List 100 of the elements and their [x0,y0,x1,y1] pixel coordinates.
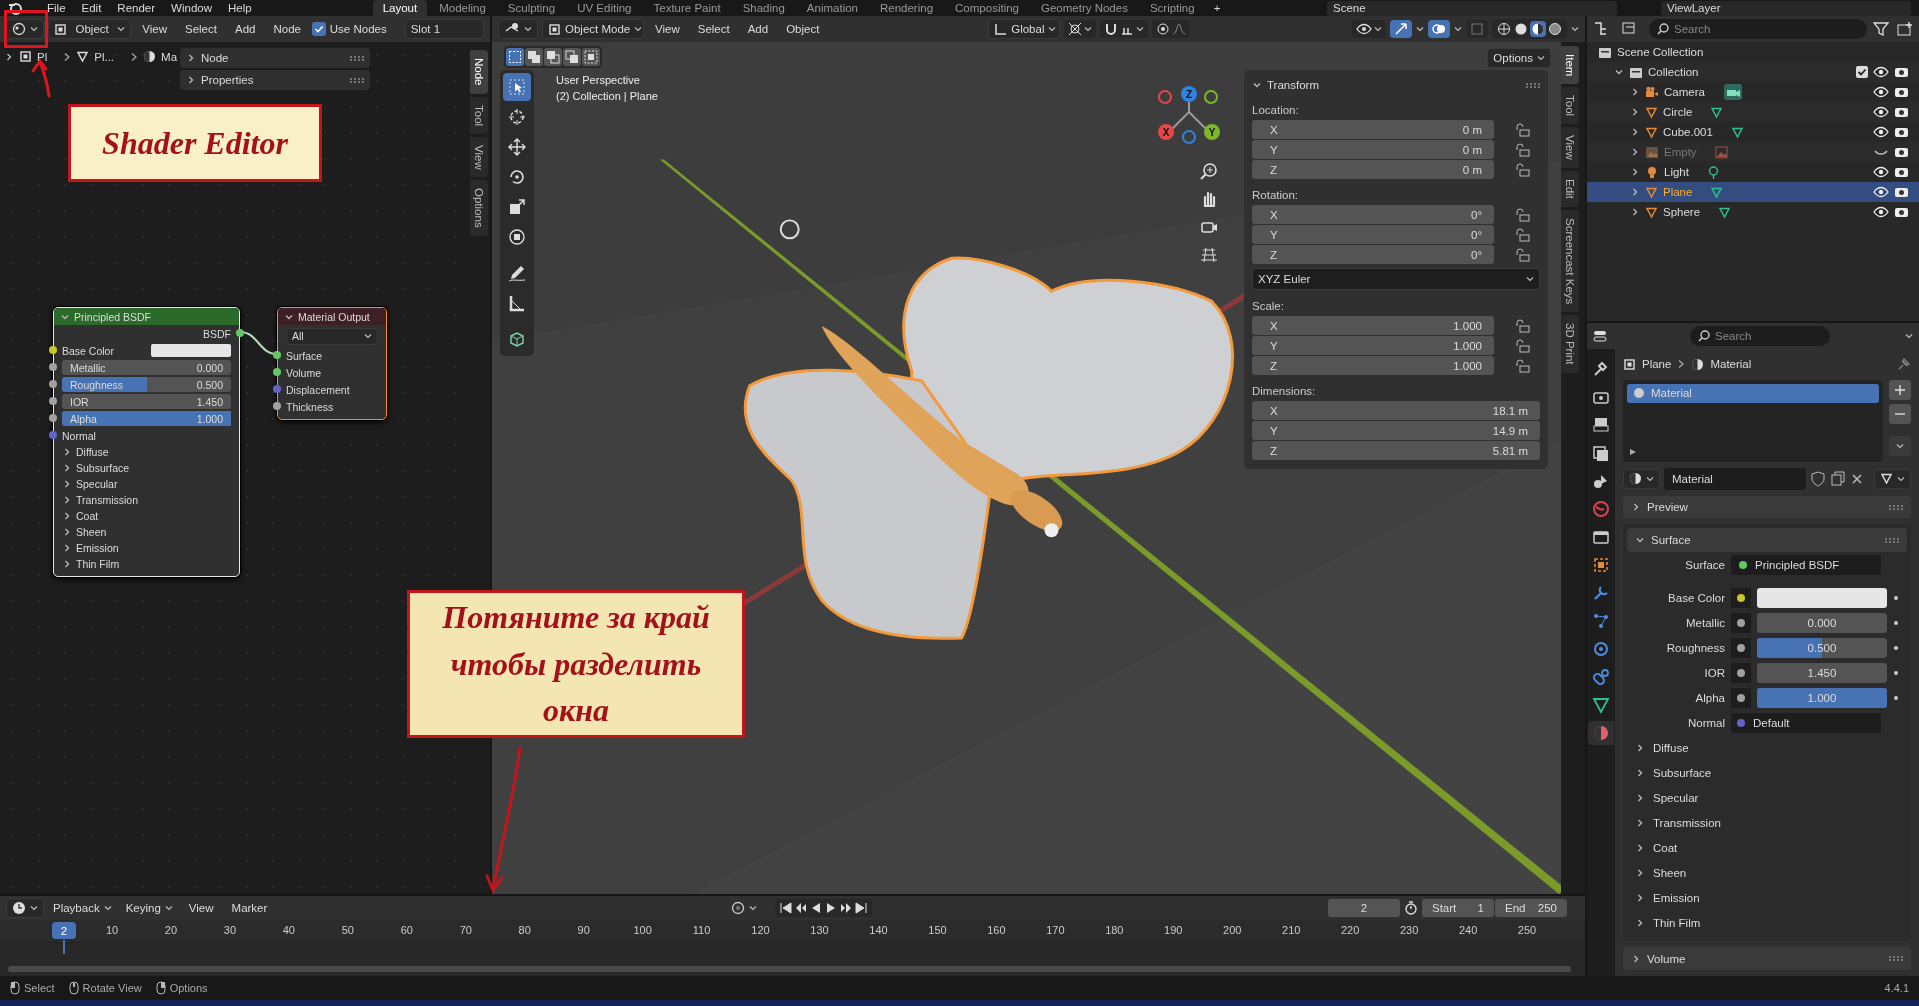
menu-item[interactable]: View [648,23,687,35]
view-layer-selector[interactable]: ViewLayer [1661,0,1911,16]
section-toggle[interactable]: Specular [54,476,239,492]
outliner-row[interactable]: Cube.001 [1587,122,1919,142]
menu-item[interactable]: Node [266,23,308,35]
item-name[interactable]: Collection [1648,66,1699,78]
outliner-row[interactable]: Camera [1587,82,1919,102]
sidebar-tab[interactable]: Node [470,50,488,94]
menu-item[interactable]: Add [740,23,776,35]
breadcrumb-item[interactable]: Pl [37,50,48,63]
workspace-tab[interactable]: Sculpting [497,0,566,16]
sidebar-tab[interactable]: Tool [470,96,488,134]
workspace-tab[interactable]: Modeling [429,0,496,16]
outliner-row[interactable]: Plane [1587,182,1919,202]
number-field[interactable]: Y 0 m [1252,140,1494,159]
slot-dropdown[interactable]: Slot 1 [404,19,484,39]
value-slider[interactable]: 0.000 [1757,612,1887,633]
panel-header[interactable]: Volume [1623,947,1911,970]
current-frame-field[interactable]: 2 [1328,899,1400,917]
outliner-row[interactable]: Scene Collection [1587,42,1919,62]
item-name[interactable]: Camera [1664,86,1705,98]
number-field[interactable]: X 0° [1252,205,1494,224]
sidebar-tab[interactable]: View [1561,127,1579,169]
menu-item[interactable]: Add [227,23,263,35]
add-workspace-button[interactable]: + [1206,2,1228,14]
workspace-tab[interactable]: Scripting [1139,0,1205,16]
menu-item[interactable]: File [40,2,73,14]
section-toggle[interactable]: Thin Film [54,556,239,572]
menu-item[interactable]: Help [221,2,259,14]
number-field[interactable]: X 1.000 [1252,316,1494,335]
current-frame-marker[interactable]: 2 [52,922,76,939]
menu-item[interactable]: Window [164,2,219,14]
scene-selector[interactable]: Scene [1327,0,1617,16]
orientation-dropdown[interactable]: Global [988,19,1061,39]
menu-item[interactable]: Edit [74,2,109,14]
sidebar-tab[interactable]: Tool [1561,87,1579,125]
end-frame-field[interactable]: End 250 [1495,899,1567,917]
item-name[interactable]: Scene Collection [1617,46,1704,58]
menu-item[interactable]: Render [110,2,163,14]
value-slider[interactable]: Roughness 0.500 [62,377,231,392]
target-dropdown[interactable]: All [286,327,378,345]
outliner-row[interactable]: Light [1587,162,1919,182]
section-toggle[interactable]: Subsurface [1627,760,1907,786]
input-link-selector[interactable]: Default [1731,712,1881,733]
item-name[interactable]: Sphere [1663,206,1701,218]
outliner-row[interactable]: Sphere [1587,202,1919,222]
section-toggle[interactable]: Specular [1627,785,1907,811]
section-toggle[interactable]: Emission [54,540,239,556]
menu-item[interactable]: Object [779,23,827,35]
value-slider[interactable]: 1.450 [1757,662,1887,683]
options-dropdown[interactable]: Options [1487,48,1551,68]
section-toggle[interactable]: Subsurface [54,460,239,476]
item-name[interactable]: Circle [1663,106,1693,118]
value-slider[interactable]: IOR 1.450 [62,394,231,409]
menu-item[interactable]: Select [178,23,224,35]
sidebar-tab[interactable]: 3D Print [1561,315,1579,373]
panel-header[interactable]: Properties [180,70,370,90]
number-field[interactable]: X 0 m [1252,120,1494,139]
value-slider[interactable]: Alpha 1.000 [62,411,231,426]
material-slot[interactable]: Material [1627,383,1879,403]
number-field[interactable]: Y 1.000 [1252,336,1494,355]
item-name[interactable]: Light [1664,166,1689,178]
number-field[interactable]: Y 0° [1252,225,1494,244]
section-toggle[interactable]: Transmission [54,492,239,508]
mode-dropdown[interactable]: Object Mode [542,19,644,39]
number-field[interactable]: Z 0° [1252,245,1494,264]
number-field[interactable]: Z 1.000 [1252,356,1494,375]
item-name[interactable]: Cube.001 [1663,126,1713,138]
sidebar-tab[interactable]: Item [1561,46,1579,85]
section-toggle[interactable]: Diffuse [54,444,239,460]
breadcrumb-item[interactable]: Ma [161,50,178,63]
sidebar-tab[interactable]: View [470,136,488,178]
search-field[interactable]: Search [1649,19,1867,39]
workspace-tab[interactable]: Animation [796,0,868,16]
menu-dropdown[interactable]: Playback [48,898,117,918]
workspace-tab[interactable]: Layout [372,0,428,16]
number-field[interactable]: Z 5.81 m [1252,441,1540,460]
section-toggle[interactable]: Emission [1627,885,1907,911]
sidebar-tab[interactable]: Edit [1561,171,1579,208]
value-slider[interactable]: 0.500 [1757,637,1887,658]
menu-item[interactable]: View [135,23,174,35]
panel-header[interactable]: Node [180,48,370,68]
workspace-tab[interactable]: Compositing [945,0,1029,16]
number-field[interactable]: X 18.1 m [1252,401,1540,420]
section-toggle[interactable]: Sheen [1627,860,1907,886]
material-name-field[interactable]: Material [1664,467,1806,490]
workspace-tab[interactable]: Rendering [870,0,944,16]
workspace-tab[interactable]: Geometry Nodes [1031,0,1138,16]
sidebar-tab[interactable]: Screencast Keys [1561,210,1579,313]
rotation-mode-dropdown[interactable]: XYZ Euler [1252,268,1540,290]
menu-item[interactable]: Select [690,23,737,35]
section-toggle[interactable]: Sheen [54,524,239,540]
search-field[interactable]: Search [1690,326,1830,346]
start-frame-field[interactable]: Start 1 [1422,899,1494,917]
menu-dropdown[interactable]: Keying [120,898,178,918]
menu-item[interactable]: View [181,902,221,914]
item-name[interactable]: Plane [1663,186,1693,198]
workspace-tab[interactable]: Texture Paint [643,0,731,16]
number-field[interactable]: Z 0 m [1252,160,1494,179]
section-toggle[interactable]: Coat [1627,835,1907,861]
